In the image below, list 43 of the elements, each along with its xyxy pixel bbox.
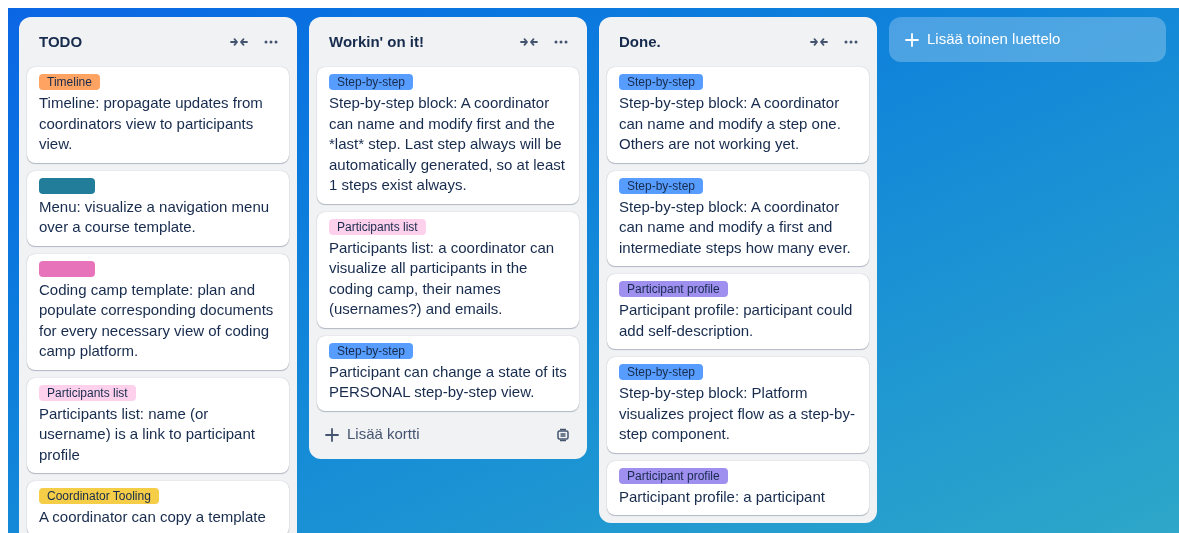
task-card[interactable]: Participants list Participants list: a coordinator can visualize all participants in the coding camp, their names (usernames?) and emails. xyxy=(317,211,579,328)
card-text: Step-by-step block: A coordinator can name and modify first and the *last* step. Last step always will be automatically generated, so at least 1 steps exist always. xyxy=(329,93,566,195)
task-card[interactable]: Timeline Timeline: propagate updates from coordinators view to participants view. xyxy=(27,67,289,163)
task-card[interactable]: Step-by-step Step-by-step block: Platform visualizes project flow as a step-by-step component. xyxy=(607,357,869,453)
card-text: Step-by-step block: Platform visualizes project flow as a step-by-step component. xyxy=(619,383,856,444)
task-card[interactable]: Menu: visualize a navigation menu over a course template. xyxy=(27,170,289,246)
list-title[interactable]: Done. xyxy=(619,30,805,54)
plus-icon xyxy=(905,32,919,47)
card-text: Participant profile: a participant xyxy=(619,486,826,507)
card-text: Menu: visualize a navigation menu over a course template. xyxy=(39,196,271,237)
card-text: Timeline: propagate updates from coordinators view to participants view. xyxy=(39,93,264,154)
task-card[interactable]: Participant profile Participant profile: participant could add self-description. xyxy=(607,274,869,349)
task-card[interactable]: Step-by-step Step-by-step block: A coordinator can name and modify a first and intermediate steps how many ever. xyxy=(607,170,869,266)
card-text: Participants list: name (or username) is a link to participant profile xyxy=(39,403,256,465)
card-text: Step-by-step block: A coordinator can name and modify a step one. Others are not working yet. xyxy=(619,93,842,154)
list-title[interactable]: Workin' on it! xyxy=(329,30,515,54)
card-label: Participant profile xyxy=(619,281,728,297)
task-card[interactable]: Step-by-step Step-by-step block: A coordinator can name and modify first and the *last* step. Last step always will be automatically generated, so at least 1 steps exist always. xyxy=(317,67,579,204)
card-text: Step-by-step block: A coordinator can name and modify a first and intermediate steps how many ever. xyxy=(619,196,852,258)
card-label: Participants list xyxy=(39,384,136,401)
task-card[interactable]: Step-by-step Step-by-step block: A coordinator can name and modify a step one. Others are not working yet. xyxy=(607,67,869,163)
plus-icon xyxy=(325,427,339,442)
task-card[interactable]: Coordinator Tooling A coordinator can copy a template xyxy=(27,481,289,533)
card-text: Coding camp template: plan and populate corresponding documents for every necessary view of coding camp platform. xyxy=(39,279,275,361)
task-card[interactable]: Coding camp template: plan and populate corresponding documents for every necessary view of coding camp platform. xyxy=(27,253,289,370)
card-label: Step-by-step xyxy=(619,74,704,90)
card-label: Step-by-step xyxy=(619,364,704,380)
card-label: Step-by-step xyxy=(619,177,704,194)
card-label: Step-by-step xyxy=(329,74,414,90)
add-card-button[interactable]: Lisää kortti xyxy=(317,418,547,451)
task-card[interactable]: Participant profile Participant profile: a participant xyxy=(607,460,869,515)
card-label: Participant profile xyxy=(619,467,728,484)
card-label: Participants list xyxy=(329,218,426,235)
card-text: Participants list: a coordinator can visualize all participants in the coding camp, their names (usernames?) and emails. xyxy=(329,237,556,319)
card-label: Coordinator Tooling xyxy=(39,488,159,504)
list-title[interactable]: TODO xyxy=(39,30,225,54)
card-label: Step-by-step xyxy=(329,342,414,359)
task-card[interactable]: Participants list Participants list: name (or username) is a link to participant profile xyxy=(27,377,289,473)
task-card[interactable]: Step-by-step Participant can change a state of its PERSONAL step-by-step view. xyxy=(317,335,579,411)
card-text: Participant can change a state of its PERSONAL step-by-step view. xyxy=(329,361,567,402)
card-label: Timeline xyxy=(39,74,100,90)
card-text: Participant profile: participant could add self-description. xyxy=(619,300,854,341)
card-text: A coordinator can copy a template xyxy=(39,507,267,527)
